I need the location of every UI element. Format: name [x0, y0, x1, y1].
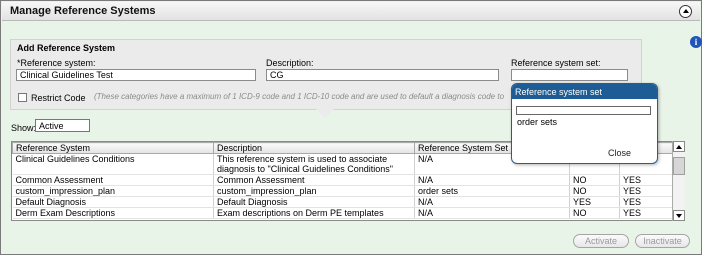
restrict-code-checkbox[interactable]: [18, 93, 27, 102]
restrict-code-note: (These categories have a maximum of 1 IC…: [94, 92, 504, 101]
column-header-description[interactable]: Description: [213, 142, 415, 154]
reference-system-set-input[interactable]: [511, 69, 628, 81]
table-cell: order sets: [414, 185, 570, 197]
table-cell: YES: [569, 196, 620, 208]
reference-system-set-popup: Reference system set order sets Close: [511, 83, 658, 164]
table-cell: N/A: [414, 207, 570, 219]
table-cell: Derm Exam Descriptions: [12, 207, 214, 219]
show-label: Show:: [11, 123, 37, 133]
table-cell: This reference system is used to associa…: [213, 153, 415, 175]
manage-reference-systems-window: Manage Reference Systems i Add Reference…: [0, 0, 702, 255]
restrict-code-label: Restrict Code: [31, 93, 86, 103]
table-cell: NO: [569, 185, 620, 197]
scroll-down-icon[interactable]: [673, 210, 685, 221]
table-cell: Clinical Guidelines Conditions: [12, 153, 214, 175]
panel-pointer: [315, 108, 335, 118]
table-cell: NO: [569, 207, 620, 219]
scroll-up-icon[interactable]: [673, 141, 685, 152]
column-header-reference-system[interactable]: Reference System: [12, 142, 214, 154]
table-cell: YES: [619, 196, 675, 208]
popup-list-item[interactable]: order sets: [517, 117, 557, 127]
add-panel-heading: Add Reference System: [17, 43, 116, 53]
table-cell: N/A: [414, 174, 570, 186]
title-bar: Manage Reference Systems: [2, 2, 700, 21]
table-cell: YES: [619, 185, 675, 197]
table-row[interactable]: custom_impression_plan custom_impression…: [12, 185, 675, 197]
table-row[interactable]: Common Assessment Common Assessment N/A …: [12, 174, 675, 186]
inactivate-button[interactable]: Inactivate: [635, 234, 690, 248]
popup-close-button[interactable]: Close: [608, 148, 631, 158]
table-cell: Exam descriptions on Derm PE templates: [213, 207, 415, 219]
reference-system-label: *Reference system:: [17, 58, 96, 68]
table-cell: YES: [619, 207, 675, 219]
table-cell: custom_impression_plan: [12, 185, 214, 197]
table-cell: Default Diagnosis: [213, 196, 415, 208]
show-filter-select[interactable]: Active: [35, 119, 90, 132]
collapse-icon[interactable]: [679, 5, 692, 18]
table-row[interactable]: Derm Exam Descriptions Exam descriptions…: [12, 207, 675, 219]
description-input[interactable]: [266, 69, 499, 81]
popup-search-input[interactable]: [516, 106, 651, 115]
reference-system-input[interactable]: [16, 69, 256, 81]
table-cell: custom_impression_plan: [213, 185, 415, 197]
table-cell: Common Assessment: [12, 174, 214, 186]
table-cell: YES: [619, 174, 675, 186]
scrollbar-thumb[interactable]: [673, 157, 685, 175]
table-cell: NO: [569, 174, 620, 186]
description-label: Description:: [266, 58, 314, 68]
grid-scrollbar[interactable]: [672, 141, 685, 221]
popup-title: Reference system set: [512, 84, 657, 99]
table-cell: Common Assessment: [213, 174, 415, 186]
table-cell: Default Diagnosis: [12, 196, 214, 208]
reference-system-set-label: Reference system set:: [511, 58, 601, 68]
info-icon[interactable]: i: [690, 36, 702, 48]
table-cell: N/A: [414, 196, 570, 208]
table-row[interactable]: Default Diagnosis Default Diagnosis N/A …: [12, 196, 675, 208]
activate-button[interactable]: Activate: [573, 234, 629, 248]
window-title: Manage Reference Systems: [10, 5, 156, 17]
